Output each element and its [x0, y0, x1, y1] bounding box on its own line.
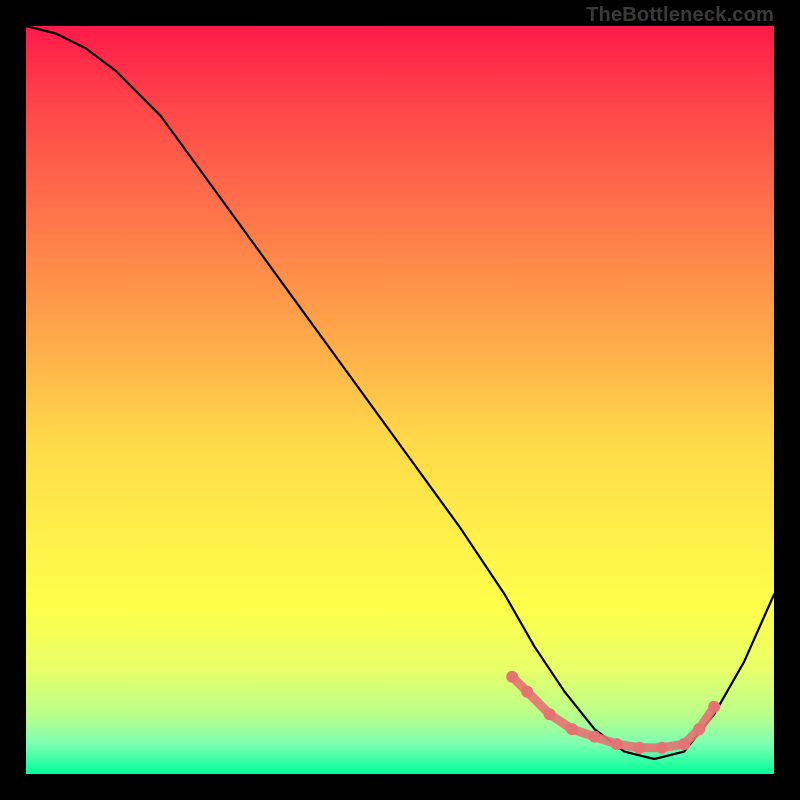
- marker-dot: [589, 731, 601, 743]
- series-curve: [26, 26, 774, 759]
- marker-dot: [566, 723, 578, 735]
- marker-dot: [633, 742, 645, 754]
- marker-dot: [678, 738, 690, 750]
- marker-dot: [506, 671, 518, 683]
- marker-dot: [693, 723, 705, 735]
- chart-stage: TheBottleneck.com: [0, 0, 800, 800]
- marker-dot: [521, 686, 533, 698]
- marker-dot: [708, 701, 720, 713]
- marker-dot: [544, 708, 556, 720]
- marker-dot: [656, 742, 668, 754]
- marker-dot: [611, 738, 623, 750]
- chart-svg: [26, 26, 774, 774]
- curve-path-group: [26, 26, 774, 759]
- marker-group: [506, 671, 720, 754]
- plot-area: [26, 26, 774, 774]
- watermark-text: TheBottleneck.com: [586, 4, 774, 27]
- marker-segment: [512, 677, 714, 748]
